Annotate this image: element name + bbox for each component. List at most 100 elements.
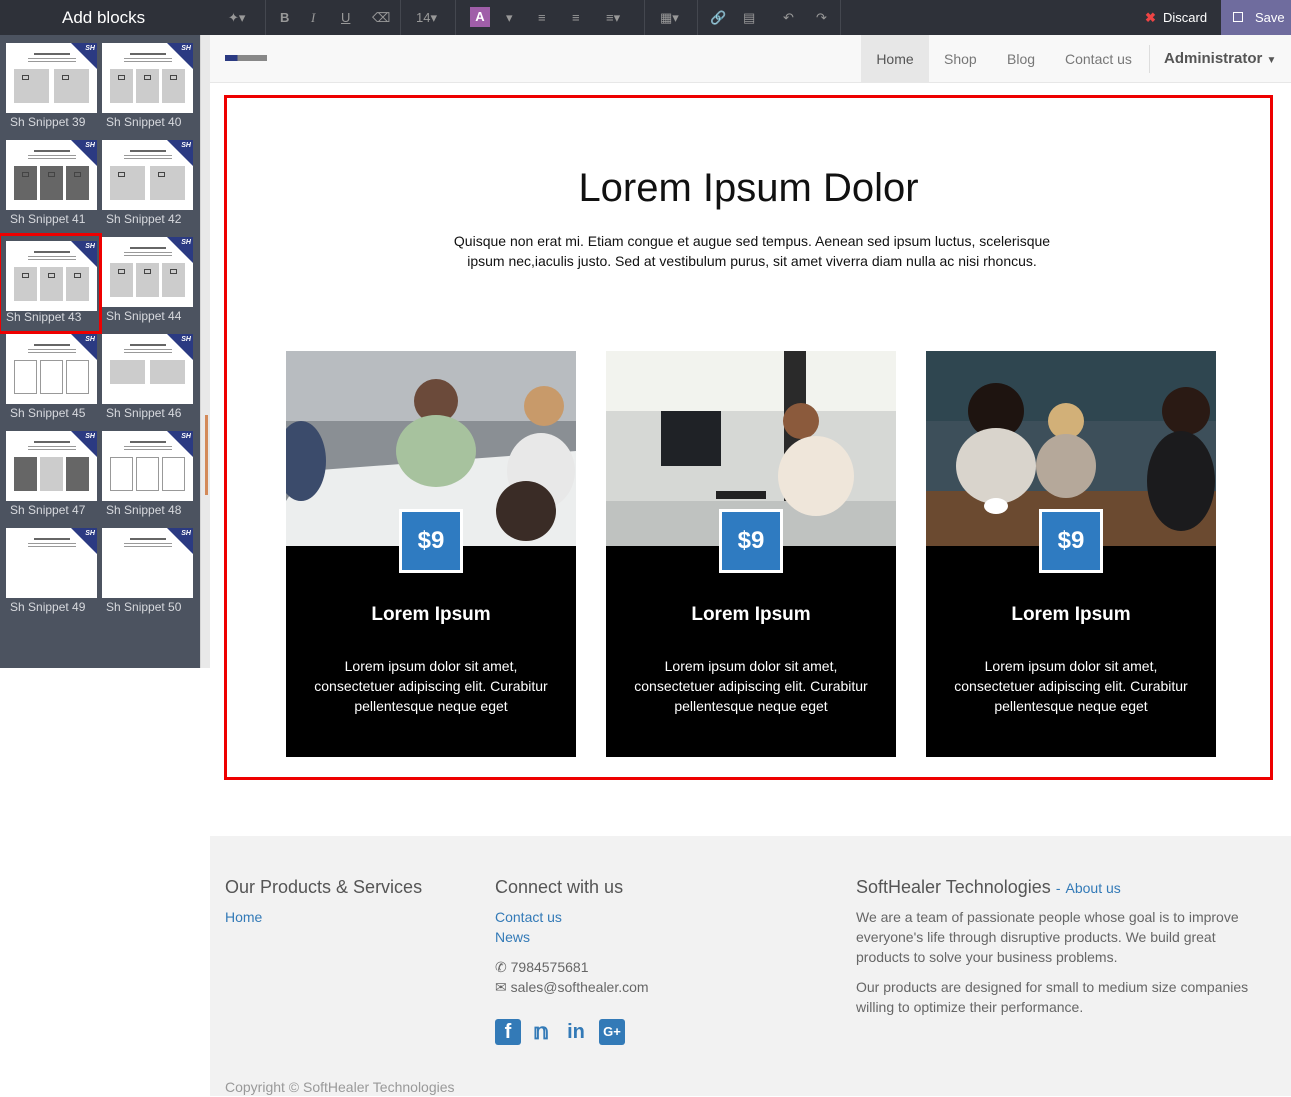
toolbar-divider [697, 0, 698, 35]
snippet-label: Sh Snippet 47 [10, 503, 86, 517]
snippet-thumbnail: SH [6, 241, 97, 311]
facebook-icon[interactable]: f [495, 1019, 521, 1045]
list-ul-icon[interactable]: ≡ [538, 0, 546, 35]
panel-title: Add blocks [0, 0, 210, 35]
card-text[interactable]: Lorem ipsum dolor sit amet, consectetuer… [631, 656, 871, 716]
copyright: Copyright © SoftHealer Technologies [225, 1079, 455, 1095]
discard-button[interactable]: ✖ Discard [1133, 0, 1221, 35]
price-badge[interactable]: $9 [1039, 509, 1103, 573]
snippet-sh-43[interactable]: SH Sh Snippet 43 [0, 233, 102, 334]
footer-link-home[interactable]: Home [225, 909, 262, 925]
snippet-thumbnail: SH [102, 431, 193, 501]
footer-phone: ✆ 7984575681 [495, 957, 589, 977]
snippet-label: Sh Snippet 49 [10, 600, 86, 614]
snippet-sh-49[interactable]: SH Sh Snippet 49 [4, 520, 97, 614]
eraser-icon[interactable]: ⌫ [372, 0, 390, 35]
footer-link-news[interactable]: News [495, 929, 530, 945]
snippet-label: Sh Snippet 45 [10, 406, 86, 420]
underline-icon[interactable]: U [341, 0, 350, 35]
save-icon [1233, 12, 1243, 22]
snippet-sh-41[interactable]: SH Sh Snippet 41 [4, 132, 97, 226]
snippet-sh-40[interactable]: SH Sh Snippet 40 [100, 35, 193, 129]
snippet-sh-50[interactable]: SH Sh Snippet 50 [100, 520, 193, 614]
footer-about-text-2: Our products are designed for small to m… [856, 979, 1249, 1015]
sidebar-scroll-thumb[interactable] [205, 415, 208, 495]
link-icon[interactable]: 🔗 [710, 0, 726, 35]
snippet-thumbnail: SH [102, 528, 193, 598]
footer-about-text: We are a team of passionate people whose… [856, 909, 1239, 965]
toolbar-divider [644, 0, 645, 35]
card-title[interactable]: Lorem Ipsum [286, 604, 576, 626]
undo-icon[interactable]: ↶ [783, 0, 794, 35]
snippet-label: Sh Snippet 39 [10, 115, 86, 129]
snippet-thumbnail: SH [102, 140, 193, 210]
user-menu[interactable]: Administrator ▼ [1164, 35, 1276, 83]
linkedin-icon[interactable]: in [563, 1019, 589, 1045]
font-color-icon[interactable]: A [470, 7, 490, 27]
card-text[interactable]: Lorem ipsum dolor sit amet, consectetuer… [311, 656, 551, 716]
snippet-sh-46[interactable]: SH Sh Snippet 46 [100, 326, 193, 420]
nav-divider [1149, 45, 1150, 73]
card-title[interactable]: Lorem Ipsum [926, 604, 1216, 626]
snippet-thumbnail: SH [6, 140, 97, 210]
footer-link-about[interactable]: About us [1066, 880, 1121, 896]
snippet-sh-42[interactable]: SH Sh Snippet 42 [100, 132, 193, 226]
pricing-card[interactable]: $9 Lorem Ipsum Lorem ipsum dolor sit ame… [926, 351, 1216, 757]
nav-item-shop[interactable]: Shop [944, 35, 977, 83]
font-size-select[interactable]: 14▾ [416, 0, 437, 35]
snippet-label: Sh Snippet 40 [106, 115, 182, 129]
snippet-label: Sh Snippet 43 [6, 310, 82, 324]
toolbar-divider [265, 0, 266, 35]
image-icon[interactable]: ▤ [743, 0, 755, 35]
card-text[interactable]: Lorem ipsum dolor sit amet, consectetuer… [951, 656, 1191, 716]
phone-icon: ✆ [495, 959, 507, 975]
save-label: Save [1255, 10, 1285, 25]
font-size-value: 14 [416, 10, 431, 25]
pricing-card[interactable]: $9 Lorem Ipsum Lorem ipsum dolor sit ame… [606, 351, 896, 757]
magic-wand-icon[interactable]: ✦▾ [228, 0, 245, 35]
footer-email: ✉ sales@softhealer.com [495, 977, 649, 997]
nav-item-home[interactable]: Home [861, 35, 929, 83]
italic-icon[interactable]: I [311, 0, 315, 35]
snippet-sh-47[interactable]: SH Sh Snippet 47 [4, 423, 97, 517]
section-title[interactable]: Lorem Ipsum Dolor [227, 166, 1270, 211]
selected-snippet-section[interactable]: Lorem Ipsum Dolor Quisque non erat mi. E… [224, 95, 1273, 780]
chevron-down-icon[interactable]: ▾ [506, 0, 513, 35]
snippet-thumbnail: SH [102, 43, 193, 113]
save-button[interactable]: Save [1221, 0, 1291, 35]
site-footer: Our Products & Services Home Connect wit… [210, 836, 1291, 1096]
nav-item-contact[interactable]: Contact us [1065, 35, 1132, 83]
nav-item-blog[interactable]: Blog [1007, 35, 1035, 83]
toolbar-divider [840, 0, 841, 35]
snippet-thumbnail: SH [102, 334, 193, 404]
google-plus-icon[interactable]: G+ [599, 1019, 625, 1045]
align-icon[interactable]: ≡▾ [606, 0, 620, 35]
site-logo[interactable] [225, 55, 267, 61]
snippet-sh-45[interactable]: SH Sh Snippet 45 [4, 326, 97, 420]
bold-icon[interactable]: B [280, 0, 289, 35]
twitter-icon[interactable]: 𝕟 [528, 1019, 554, 1045]
snippet-label: Sh Snippet 46 [106, 406, 182, 420]
snippet-thumbnail: SH [6, 334, 97, 404]
price-badge[interactable]: $9 [399, 509, 463, 573]
footer-link-contact[interactable]: Contact us [495, 909, 562, 925]
price-badge[interactable]: $9 [719, 509, 783, 573]
toolbar-divider [400, 0, 401, 35]
sidebar-scrollbar[interactable] [200, 35, 210, 668]
snippet-label: Sh Snippet 42 [106, 212, 182, 226]
table-icon[interactable]: ▦▾ [660, 0, 679, 35]
toolbar-divider [455, 0, 456, 35]
site-navbar: Home Shop Blog Contact us Administrator … [210, 35, 1291, 83]
snippet-label: Sh Snippet 41 [10, 212, 86, 226]
snippet-label: Sh Snippet 44 [106, 309, 182, 323]
pricing-card[interactable]: $9 Lorem Ipsum Lorem ipsum dolor sit ame… [286, 351, 576, 757]
redo-icon[interactable]: ↷ [816, 0, 827, 35]
card-title[interactable]: Lorem Ipsum [606, 604, 896, 626]
list-ol-icon[interactable]: ≡ [572, 0, 580, 35]
snippet-thumbnail: SH [6, 528, 97, 598]
snippet-sh-44[interactable]: SH Sh Snippet 44 [100, 229, 193, 323]
section-lead[interactable]: Quisque non erat mi. Etiam congue et aug… [442, 231, 1062, 271]
snippet-sh-48[interactable]: SH Sh Snippet 48 [100, 423, 193, 517]
title-separator: - [1055, 880, 1061, 896]
snippet-sh-39[interactable]: SH Sh Snippet 39 [4, 35, 97, 129]
